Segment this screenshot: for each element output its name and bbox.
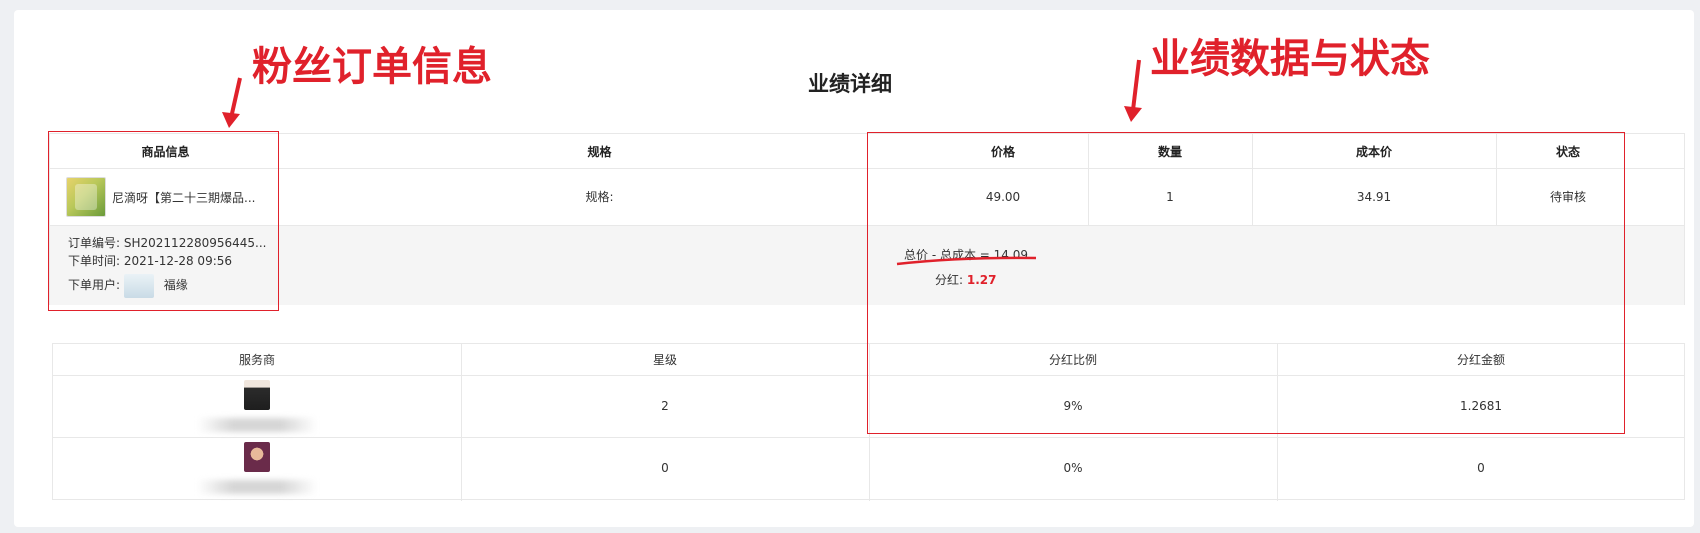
provider-cell — [53, 437, 461, 499]
spec-value: 规格: — [585, 190, 614, 204]
level-value: 0 — [661, 461, 669, 475]
provider-avatar[interactable] — [244, 442, 270, 472]
amount-value: 0 — [1477, 461, 1485, 475]
provider-cell — [53, 375, 461, 437]
header-spec: 规格 — [587, 144, 612, 159]
annotation-label-performance: 业绩数据与状态 — [1150, 36, 1430, 82]
level-value: 2 — [661, 399, 669, 413]
header-provider: 服务商 — [238, 353, 275, 367]
annotation-box-order-info — [48, 131, 279, 311]
provider-name-blurred — [197, 418, 317, 432]
annotation-label-order-info: 粉丝订单信息 — [252, 44, 492, 90]
provider-avatar[interactable] — [244, 380, 270, 410]
header-level: 星级 — [652, 353, 677, 367]
provider-name-blurred — [197, 480, 317, 494]
ratio-value: 0% — [1063, 461, 1083, 475]
annotation-box-performance — [867, 132, 1625, 434]
